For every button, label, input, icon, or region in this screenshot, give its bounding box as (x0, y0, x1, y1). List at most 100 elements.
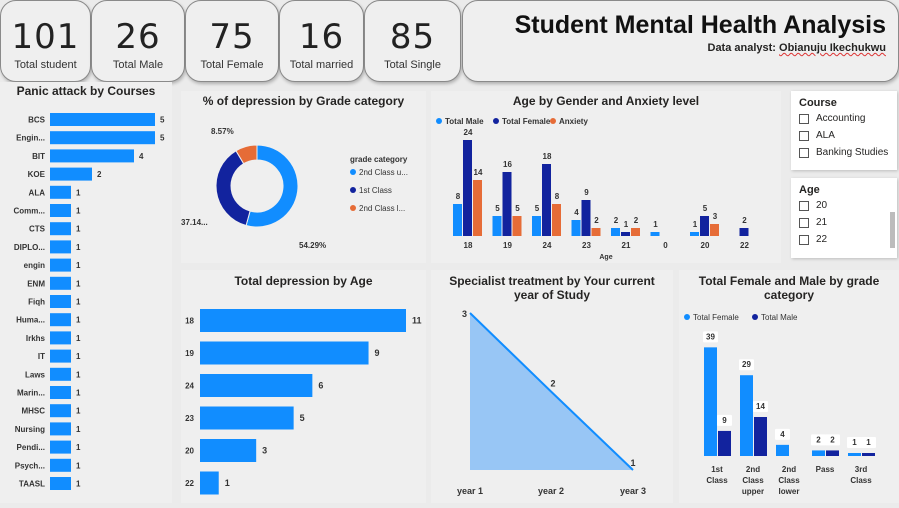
grade-bar[interactable] (848, 453, 861, 456)
dep-age-data-label: 3 (262, 446, 267, 456)
checkbox[interactable] (799, 113, 809, 124)
age-gender-bar[interactable] (463, 140, 472, 236)
donut-legend-item[interactable]: 2nd Class u... (359, 168, 408, 177)
age-gender-bar[interactable] (492, 216, 502, 236)
course-slicer-title: Course (799, 97, 837, 109)
grade-bar[interactable] (862, 453, 875, 456)
age-gender-legend-item[interactable]: Anxiety (559, 117, 588, 126)
slicer-item[interactable]: Banking Studies (799, 147, 897, 158)
slicer-item[interactable]: 21 (799, 217, 897, 228)
panic-bar[interactable] (50, 258, 71, 272)
dep-age-bar[interactable] (200, 471, 219, 495)
age-gender-bar[interactable] (710, 224, 719, 236)
grade-legend-item[interactable]: Total Female (693, 313, 739, 322)
panic-bar[interactable] (50, 240, 71, 254)
panic-bar[interactable] (50, 295, 71, 308)
age-slicer-scrollbar[interactable] (890, 212, 895, 248)
age-gender-bar[interactable] (611, 228, 620, 236)
slicer-item[interactable]: 20 (799, 200, 897, 211)
checkbox[interactable] (799, 234, 809, 245)
panic-bar[interactable] (50, 149, 134, 163)
panic-data-label: 1 (76, 188, 81, 197)
panic-bar[interactable] (50, 167, 92, 181)
dep-age-bar[interactable] (200, 406, 294, 430)
age-gender-tick-label: 20 (701, 241, 710, 250)
age-slicer[interactable]: Age 20 21 22 (791, 178, 897, 258)
panic-bar[interactable] (50, 113, 155, 126)
panic-bar[interactable] (50, 386, 71, 399)
panic-bar[interactable] (50, 404, 71, 418)
dep-age-category-label: 24 (185, 382, 194, 391)
donut-legend-item[interactable]: 2nd Class l... (359, 204, 405, 213)
panic-bar[interactable] (50, 367, 71, 381)
age-gender-legend-item[interactable]: Total Female (502, 117, 551, 126)
grade-bar[interactable] (826, 450, 839, 456)
age-gender-bar[interactable] (700, 216, 709, 236)
kpi-total-female: 75 Total Female (185, 0, 279, 82)
grade-bar[interactable] (704, 347, 717, 456)
dep-age-bar[interactable] (200, 309, 406, 332)
checkbox[interactable] (799, 200, 809, 211)
age-gender-bar[interactable] (631, 228, 640, 236)
panic-bar[interactable] (50, 204, 71, 217)
panic-bar[interactable] (50, 313, 71, 327)
panic-bar[interactable] (50, 477, 71, 490)
age-gender-bar[interactable] (690, 232, 699, 236)
panic-bar[interactable] (50, 331, 71, 345)
kpi-total-student: 101 Total student (0, 0, 91, 82)
slicer-item[interactable]: 22 (799, 234, 897, 245)
panic-bar[interactable] (50, 222, 71, 236)
panic-bar[interactable] (50, 422, 71, 436)
age-gender-bar[interactable] (650, 232, 660, 236)
age-gender-bar[interactable] (581, 200, 591, 236)
panic-category-label: Psych... (15, 461, 45, 470)
age-gender-bar[interactable] (552, 204, 561, 236)
grade-panel: Total Female and Male by grade category … (679, 270, 899, 503)
age-gender-chart: Total Male Total Female Anxiety82414185165… (436, 117, 749, 261)
kpi-value: 85 (389, 17, 436, 57)
panic-chart: BCS 5 Engin... 5 BIT 4 KOE 2 ALA 1 Comm... 1 CTS 1 DIP… (13, 113, 165, 490)
age-gender-bar[interactable] (512, 216, 522, 236)
grade-bar[interactable] (812, 450, 825, 456)
dep-age-bar[interactable] (200, 439, 257, 462)
panic-bar[interactable] (50, 276, 71, 290)
age-gender-bar[interactable] (473, 180, 482, 236)
grade-bar[interactable] (718, 430, 731, 456)
age-gender-bar[interactable] (621, 232, 630, 236)
checkbox[interactable] (799, 130, 809, 141)
grade-bar[interactable] (740, 375, 753, 456)
course-slicer[interactable]: Course Accounting ALA Banking Studies (791, 91, 897, 170)
checkbox[interactable] (799, 217, 809, 228)
kpi-value: 75 (209, 17, 255, 57)
panic-bar[interactable] (50, 458, 71, 472)
age-gender-bar[interactable] (542, 164, 551, 236)
dep-age-bar[interactable] (200, 374, 313, 397)
age-gender-bar[interactable] (502, 172, 512, 236)
slicer-item[interactable]: ALA (799, 130, 897, 141)
panic-bar[interactable] (50, 131, 155, 145)
grade-data-label: 2 (816, 435, 821, 444)
checkbox[interactable] (799, 147, 809, 158)
dep-age-bar[interactable] (200, 341, 369, 365)
slicer-item[interactable]: Accounting (799, 113, 897, 124)
grade-bar[interactable] (754, 417, 767, 456)
grade-legend-item[interactable]: Total Male (761, 313, 798, 322)
age-gender-legend-item[interactable]: Total Male (445, 117, 484, 126)
panic-data-label: 4 (139, 152, 144, 161)
age-gender-bar[interactable] (453, 204, 462, 236)
kpi-label: Total Single (384, 59, 441, 71)
kpi-total-male: 26 Total Male (91, 0, 185, 82)
age-gender-bar[interactable] (739, 228, 749, 236)
panic-bar[interactable] (50, 185, 71, 199)
panic-bar[interactable] (50, 440, 71, 454)
age-gender-bar[interactable] (591, 228, 601, 236)
age-gender-bar[interactable] (532, 216, 541, 236)
donut-legend-item[interactable]: 1st Class (359, 186, 392, 195)
panic-data-label: 1 (76, 316, 81, 325)
legend-marker (350, 205, 356, 211)
grade-tick-label: 1st Class (706, 465, 728, 485)
age-gender-data-label: 2 (742, 216, 747, 225)
age-gender-bar[interactable] (571, 220, 581, 236)
grade-bar[interactable] (776, 444, 789, 456)
panic-bar[interactable] (50, 349, 71, 363)
